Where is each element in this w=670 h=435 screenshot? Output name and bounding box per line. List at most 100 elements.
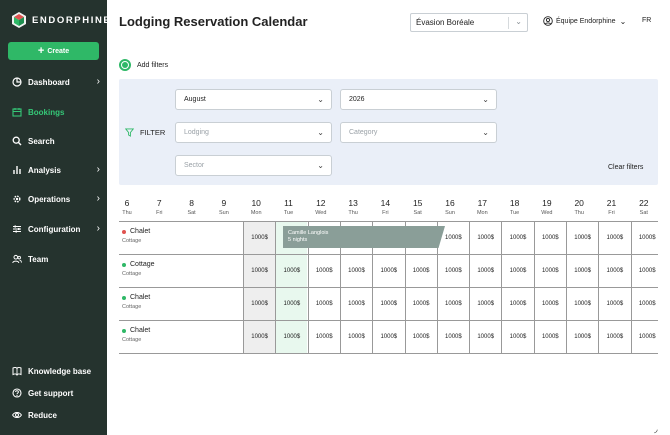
booking-bar[interactable]: Camille Langlois 5 nights [283,226,445,248]
category-select[interactable]: Category ⌄ [340,122,497,143]
day-header: 15 Sat [402,198,434,216]
price-cell[interactable]: 1000$ [630,255,663,287]
sidebar-item-get-support[interactable]: Get support [12,386,100,400]
price-cell[interactable]: 1000$ [243,321,276,353]
price-cell[interactable]: 1000$ [275,288,308,320]
sidebar-item-label: Get support [28,388,74,398]
lodging-select[interactable]: Lodging ⌄ [175,122,332,143]
price-cell[interactable]: 1000$ [630,288,663,320]
month-select[interactable]: August ⌄ [175,89,332,110]
brand-logo[interactable]: ENDORPHINE [12,12,111,28]
day-number: 12 [316,198,326,208]
price-cell[interactable]: 1000$ [566,321,598,353]
price-cell[interactable]: 1000$ [243,222,276,254]
day-of-week: Thu [574,210,584,216]
sidebar-item-search[interactable]: Search [12,134,100,148]
price-cell[interactable]: 1000$ [598,222,630,254]
price-cell[interactable]: 1000$ [307,321,340,353]
price-cell[interactable]: 1000$ [339,321,372,353]
lodging-name-text: Chalet [130,327,151,334]
lodging-label[interactable]: Chalet Cottage [122,228,150,244]
sidebar-item-analysis[interactable]: Analysis › [12,163,100,177]
day-header: 13 Thu [337,198,369,216]
price-cell[interactable]: 1000$ [339,288,372,320]
price-cell[interactable]: 1000$ [501,321,533,353]
sidebar-item-configuration[interactable]: Configuration › [12,222,100,236]
sidebar-item-reduce[interactable]: Reduce [12,408,100,422]
sidebar-item-label: Reduce [28,410,57,420]
day-of-week: Thu [348,210,358,216]
sidebar-item-dashboard[interactable]: Dashboard › [12,75,100,89]
price-cell[interactable]: 1000$ [598,288,630,320]
clear-filters-button[interactable]: Clear filters [608,164,643,171]
day-number: 18 [509,198,520,208]
sidebar-item-operations[interactable]: Operations › [12,192,100,206]
add-filters-toggle[interactable]: Add filters [119,59,168,71]
price-cell[interactable]: 1000$ [404,255,437,287]
price-cell[interactable]: 1000$ [372,321,404,353]
day-header: 17 Mon [466,198,498,216]
price-cell[interactable]: 1000$ [404,288,437,320]
lodging-label[interactable]: Cottage Cottage [122,261,155,277]
company-select[interactable]: Évasion Boréale ⌄ [410,13,528,32]
sidebar-item-team[interactable]: Team [12,252,100,266]
day-header: 7 Fri [143,198,175,216]
price-cell[interactable]: 1000$ [372,255,404,287]
price-cell[interactable]: 1000$ [501,222,533,254]
day-of-week: Mon [250,210,262,216]
price-cell[interactable]: 1000$ [533,222,566,254]
price-cell[interactable]: 1000$ [469,288,501,320]
price-cell[interactable]: 1000$ [501,255,533,287]
sidebar-item-bookings[interactable]: Bookings [12,105,100,119]
price-cell[interactable]: 1000$ [598,321,630,353]
year-select[interactable]: 2026 ⌄ [340,89,497,110]
day-number: 22 [639,198,649,208]
day-header: 19 Wed [531,198,563,216]
price-cell[interactable]: 1000$ [501,288,533,320]
price-cell[interactable]: 1000$ [566,288,598,320]
price-cell[interactable]: 1000$ [243,255,276,287]
price-cell[interactable]: 1000$ [469,321,501,353]
book-icon [12,366,22,376]
sidebar-item-knowledge-base[interactable]: Knowledge base [12,364,100,378]
plus-icon: + [37,44,45,57]
price-cell[interactable]: 1000$ [533,255,566,287]
toggle-radio[interactable] [119,59,131,71]
price-cell[interactable]: 1000$ [566,222,598,254]
price-cell[interactable]: 1000$ [307,255,340,287]
price-cell[interactable]: 1000$ [436,255,469,287]
day-of-week: Tue [509,210,520,216]
price-cell[interactable]: 1000$ [339,255,372,287]
sidebar-item-label: Configuration [28,224,81,234]
lodging-name: Chalet [122,228,150,235]
create-button[interactable]: + Create [8,42,99,60]
price-cell[interactable]: 1000$ [404,321,437,353]
price-cell[interactable]: 1000$ [598,255,630,287]
price-cell[interactable]: 1000$ [630,222,663,254]
chevron-down-icon: ⌄ [515,17,522,26]
price-cell[interactable]: 1000$ [469,255,501,287]
day-header: 9 Sun [208,198,240,216]
lodging-type: Cottage [122,238,142,244]
lodging-label[interactable]: Chalet Cottage [122,294,150,310]
price-cell[interactable]: 1000$ [307,288,340,320]
price-cell[interactable]: 1000$ [533,321,566,353]
price-cell[interactable]: 1000$ [566,255,598,287]
day-header: 21 Fri [596,198,628,216]
day-of-week: Fri [382,210,389,216]
price-cell[interactable]: 1000$ [275,321,308,353]
sidebar-item-label: Dashboard [28,77,70,87]
price-cell[interactable]: 1000$ [436,288,469,320]
price-cell[interactable]: 1000$ [630,321,663,353]
lodging-label[interactable]: Chalet Cottage [122,327,150,343]
account-menu[interactable]: Équipe Endorphine ⌄ [543,16,626,26]
price-cell[interactable]: 1000$ [469,222,501,254]
lodging-type: Cottage [122,271,142,277]
price-cell[interactable]: 1000$ [243,288,276,320]
price-cell[interactable]: 1000$ [436,321,469,353]
language-switch[interactable]: FR [642,17,651,24]
price-cell[interactable]: 1000$ [372,288,404,320]
sector-select[interactable]: Sector ⌄ [175,155,332,176]
price-cell[interactable]: 1000$ [275,255,308,287]
price-cell[interactable]: 1000$ [533,288,566,320]
